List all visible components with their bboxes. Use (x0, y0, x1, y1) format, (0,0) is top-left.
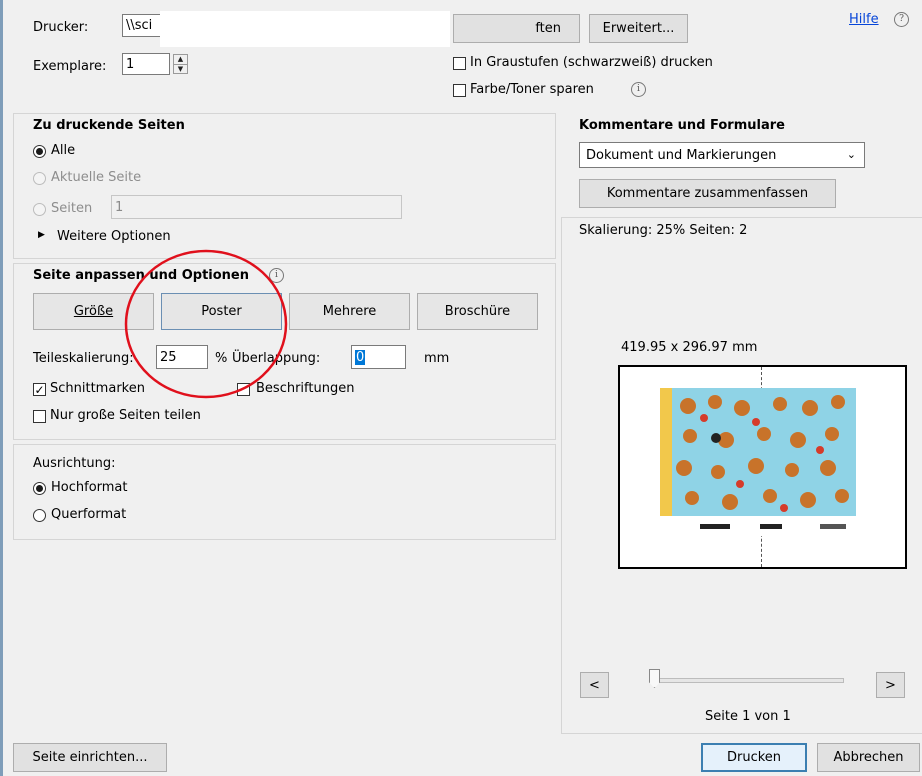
overlap-unit: mm (424, 351, 450, 366)
page-slider-track[interactable] (650, 678, 844, 683)
all-pages-label: Alle (51, 143, 76, 158)
printer-label: Drucker: (33, 20, 89, 35)
spin-down-icon[interactable]: ▼ (174, 65, 187, 74)
portrait-label: Hochformat (51, 480, 128, 495)
advanced-button[interactable]: Erweitert... (589, 14, 688, 43)
cancel-button[interactable]: Abbrechen (817, 743, 920, 772)
spin-up-icon[interactable]: ▲ (174, 55, 187, 65)
redaction-box (160, 11, 450, 47)
highlight-circle (124, 249, 288, 399)
landscape-label: Querformat (51, 507, 127, 522)
page-indicator: Seite 1 von 1 (705, 709, 791, 724)
save-toner-info-icon[interactable]: i (631, 82, 646, 97)
tile-scale-label: Teileskalierung: (33, 351, 134, 366)
landscape-radio[interactable] (33, 509, 46, 522)
print-button[interactable]: Drucken (701, 743, 807, 772)
save-toner-checkbox[interactable] (453, 84, 466, 97)
portrait-radio[interactable] (33, 482, 46, 495)
all-pages-radio[interactable] (33, 145, 46, 158)
booklet-button[interactable]: Broschüre (417, 293, 538, 330)
properties-button[interactable]: ften (453, 14, 580, 43)
large-pages-checkbox[interactable] (33, 410, 46, 423)
next-page-button[interactable]: > (876, 672, 905, 698)
pages-to-print-title: Zu druckende Seiten (33, 118, 185, 133)
pages-range-label: Seiten (51, 201, 93, 216)
overlap-input[interactable]: 0 (351, 345, 406, 369)
copies-input[interactable]: 1 (122, 53, 170, 75)
pages-range-input[interactable]: 1 (111, 195, 402, 219)
poster-preview-image (660, 388, 856, 536)
orientation-title: Ausrichtung: (33, 456, 116, 471)
current-page-radio[interactable] (33, 172, 46, 185)
cut-marks-checkbox[interactable]: ✓ (33, 383, 46, 396)
save-toner-label: Farbe/Toner sparen (470, 82, 594, 97)
copies-label: Exemplare: (33, 59, 107, 74)
grayscale-checkbox[interactable] (453, 57, 466, 70)
comments-title: Kommentare und Formulare (579, 118, 785, 133)
page-size-text: 419.95 x 296.97 mm (621, 340, 758, 355)
prev-page-button[interactable]: < (580, 672, 609, 698)
help-link[interactable]: Hilfe (849, 12, 879, 27)
current-page-label: Aktuelle Seite (51, 170, 142, 185)
page-setup-button[interactable]: Seite einrichten... (13, 743, 167, 772)
printer-value: \\sci (126, 18, 153, 33)
expand-triangle-icon[interactable]: ▶ (38, 230, 45, 240)
summarize-comments-button[interactable]: Kommentare zusammenfassen (579, 179, 836, 208)
window-border (0, 0, 3, 776)
multiple-button[interactable]: Mehrere (289, 293, 410, 330)
checkmark-icon: ✓ (34, 382, 45, 397)
scaling-text: Skalierung: 25% Seiten: 2 (579, 223, 748, 238)
copies-spinner[interactable]: ▲ ▼ (173, 54, 188, 74)
pages-range-radio[interactable] (33, 203, 46, 216)
large-pages-label: Nur große Seiten teilen (50, 408, 201, 423)
comments-select[interactable]: Dokument und Markierungen ⌄ (579, 142, 865, 168)
grayscale-label: In Graustufen (schwarzweiß) drucken (470, 55, 713, 70)
help-icon[interactable]: ? (894, 12, 909, 27)
chevron-down-icon: ⌄ (846, 148, 856, 161)
more-options-label[interactable]: Weitere Optionen (57, 229, 171, 244)
